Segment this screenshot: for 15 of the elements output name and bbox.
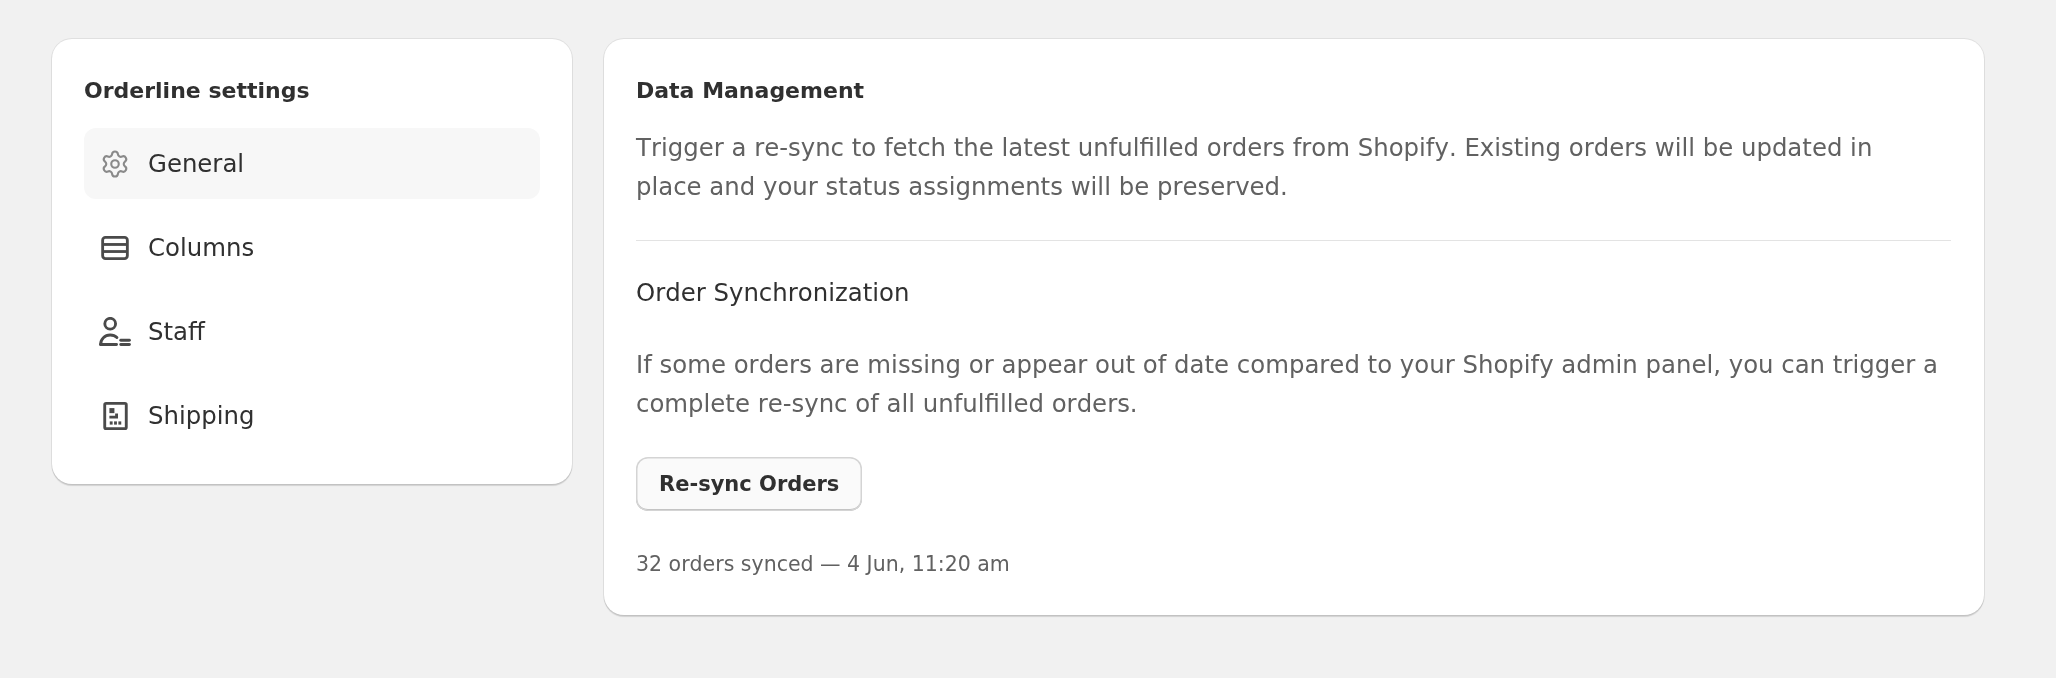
person-list-icon [99, 317, 131, 346]
nav-item[interactable]: Shipping [84, 380, 540, 451]
nav-item[interactable]: Staff [84, 296, 540, 367]
rows-icon [101, 235, 129, 260]
section-title: Data Management [636, 77, 866, 105]
label-icon [102, 401, 128, 430]
sync-status-text: 32 orders synced — 4 Jun, 11:20 am [636, 551, 1011, 578]
resync-button[interactable]: Re-sync Orders [636, 457, 863, 511]
subsection-title: Order Synchronization [636, 278, 911, 308]
section-description: Trigger a re-sync to fetch the latest unfulfilled orders from Shopify. Existing orders will be updated in place and your status assignments will be preserved. [636, 132, 1874, 203]
subsection-description: If some orders are missing or appear out of date compared to your Shopify admin panel, you can trigger a complete re-sync of all unfulfilled orders. [636, 349, 1939, 420]
nav-item[interactable]: General [84, 128, 540, 199]
settings-icon [100, 148, 130, 179]
nav-title: Orderline settings [84, 77, 311, 105]
nav-item[interactable]: Columns [84, 212, 540, 283]
